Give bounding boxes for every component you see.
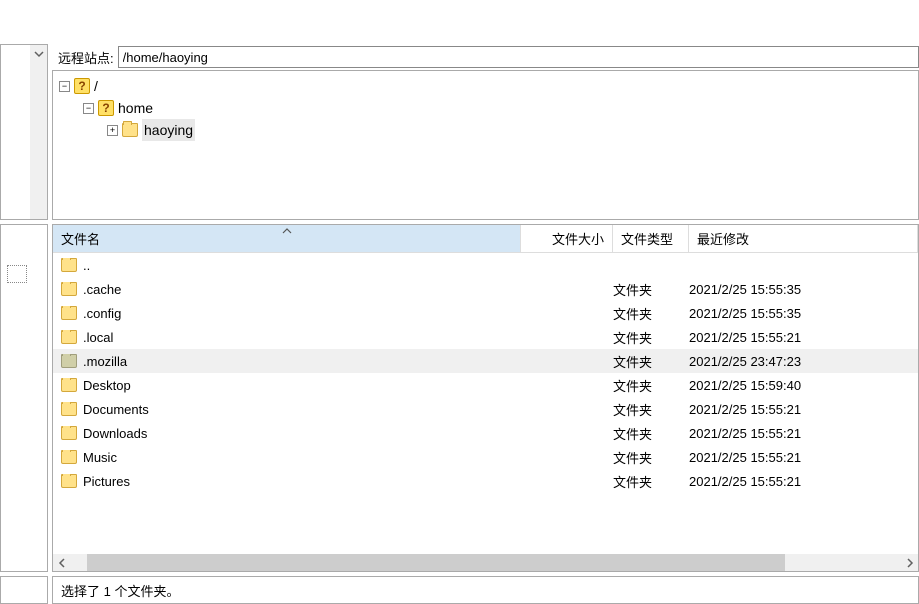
scrollbar-horizontal[interactable] [53, 554, 918, 571]
folder-icon [61, 354, 77, 368]
file-name: .. [83, 258, 90, 273]
remote-file-panel: 文件名 文件大小 文件类型 最近修改 ...cache文件夹2021/2/25 … [52, 224, 919, 572]
table-row[interactable]: .mozilla 文件夹2021/2/25 23:47:23 [53, 349, 918, 373]
folder-icon [61, 474, 77, 488]
file-type: 文件夹 [613, 424, 689, 443]
remote-path-input[interactable] [118, 46, 919, 68]
status-bar-right: 选择了 1 个文件夹。 [52, 576, 919, 604]
folder-icon [61, 450, 77, 464]
tree-node-user[interactable]: + haoying [59, 119, 912, 141]
table-row[interactable]: .cache 文件夹2021/2/25 15:55:35 [53, 277, 918, 301]
local-file-panel [0, 224, 48, 572]
file-modified: 2021/2/25 15:55:21 [689, 330, 918, 345]
chevron-left-icon[interactable] [53, 554, 70, 571]
file-type: 文件夹 [613, 304, 689, 323]
file-type: 文件夹 [613, 400, 689, 419]
folder-icon [61, 402, 77, 416]
status-text: 选择了 1 个文件夹。 [61, 581, 179, 600]
file-modified: 2021/2/25 15:55:21 [689, 426, 918, 441]
chevron-right-icon[interactable] [901, 554, 918, 571]
column-header-name[interactable]: 文件名 [53, 225, 521, 252]
file-name: Music [83, 450, 117, 465]
expander-icon[interactable]: + [107, 125, 118, 136]
file-modified: 2021/2/25 23:47:23 [689, 354, 918, 369]
file-type: 文件夹 [613, 376, 689, 395]
selection-marker [7, 265, 27, 283]
table-row[interactable]: .local 文件夹2021/2/25 15:55:21 [53, 325, 918, 349]
status-bar-left [0, 576, 48, 604]
column-header-type[interactable]: 文件类型 [613, 225, 689, 252]
table-row[interactable]: .. [53, 253, 918, 277]
folder-icon [61, 378, 77, 392]
file-list[interactable]: ...cache文件夹2021/2/25 15:55:35.config文件夹2… [53, 253, 918, 554]
table-row[interactable]: Downloads 文件夹2021/2/25 15:55:21 [53, 421, 918, 445]
folder-icon [61, 258, 77, 272]
remote-path-row: 远程站点: [52, 44, 919, 70]
table-row[interactable]: Pictures 文件夹2021/2/25 15:55:21 [53, 469, 918, 493]
file-type: 文件夹 [613, 472, 689, 491]
scrollbar-vertical[interactable] [30, 45, 47, 219]
file-modified: 2021/2/25 15:55:35 [689, 282, 918, 297]
remote-tree[interactable]: − ? / − ? home + haoying [52, 70, 919, 220]
table-row[interactable]: .config 文件夹2021/2/25 15:55:35 [53, 301, 918, 325]
column-header-modified[interactable]: 最近修改 [689, 225, 918, 252]
folder-icon [61, 330, 77, 344]
table-row[interactable]: Music 文件夹2021/2/25 15:55:21 [53, 445, 918, 469]
file-name: Documents [83, 402, 149, 417]
remote-panel: 远程站点: − ? / − ? home + haoying [52, 44, 919, 220]
file-type: 文件夹 [613, 328, 689, 347]
local-tree-panel [0, 44, 48, 220]
tree-node-label: home [118, 97, 153, 119]
tree-node-label: haoying [142, 119, 195, 141]
file-type: 文件夹 [613, 448, 689, 467]
folder-icon [61, 306, 77, 320]
file-type: 文件夹 [613, 280, 689, 299]
sort-asc-icon [282, 226, 292, 236]
file-modified: 2021/2/25 15:55:35 [689, 306, 918, 321]
question-folder-icon: ? [98, 100, 114, 116]
file-modified: 2021/2/25 15:59:40 [689, 378, 918, 393]
table-row[interactable]: Desktop 文件夹2021/2/25 15:59:40 [53, 373, 918, 397]
folder-icon [122, 123, 138, 137]
expander-icon[interactable]: − [83, 103, 94, 114]
file-type: 文件夹 [613, 352, 689, 371]
file-name: .mozilla [83, 354, 127, 369]
scrollbar-thumb[interactable] [87, 554, 785, 571]
folder-icon [61, 426, 77, 440]
column-header-size[interactable]: 文件大小 [521, 225, 613, 252]
folder-icon [61, 282, 77, 296]
expander-icon[interactable]: − [59, 81, 70, 92]
file-modified: 2021/2/25 15:55:21 [689, 402, 918, 417]
file-modified: 2021/2/25 15:55:21 [689, 474, 918, 489]
file-name: .config [83, 306, 121, 321]
tree-node-label: / [94, 75, 98, 97]
file-name: .local [83, 330, 113, 345]
file-name: Downloads [83, 426, 147, 441]
file-modified: 2021/2/25 15:55:21 [689, 450, 918, 465]
chevron-down-icon[interactable] [30, 45, 47, 62]
file-name: Pictures [83, 474, 130, 489]
table-row[interactable]: Documents 文件夹2021/2/25 15:55:21 [53, 397, 918, 421]
remote-path-label: 远程站点: [52, 48, 118, 67]
file-list-header: 文件名 文件大小 文件类型 最近修改 [53, 225, 918, 253]
file-name: Desktop [83, 378, 131, 393]
tree-node-home[interactable]: − ? home [59, 97, 912, 119]
tree-node-root[interactable]: − ? / [59, 75, 912, 97]
question-folder-icon: ? [74, 78, 90, 94]
file-name: .cache [83, 282, 121, 297]
